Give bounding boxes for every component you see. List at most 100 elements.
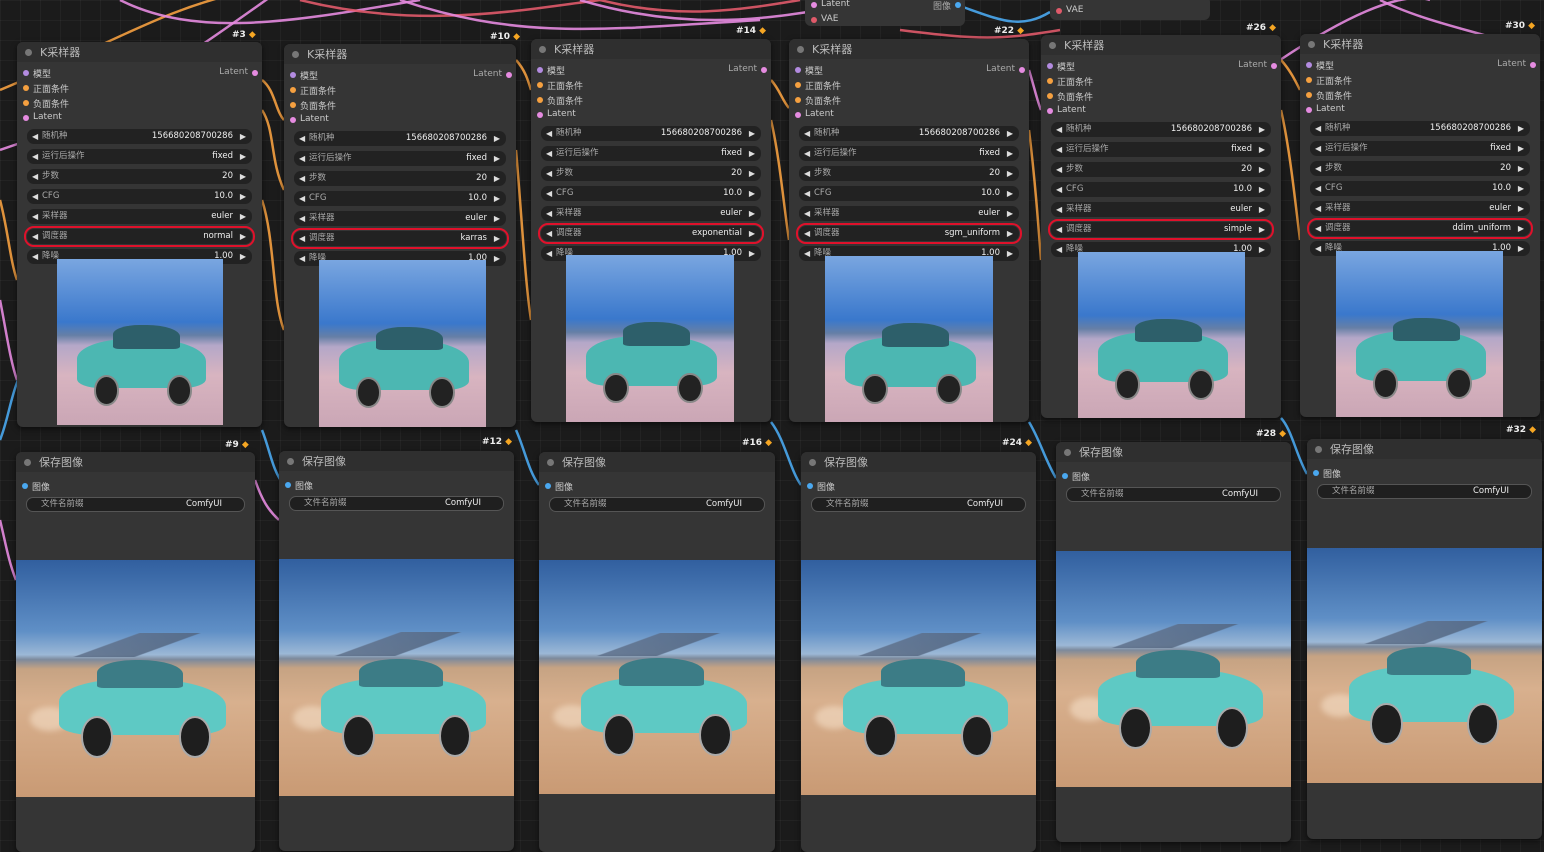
input-slot[interactable]: [23, 115, 29, 121]
input-slot[interactable]: [23, 85, 29, 91]
triangle-left-icon[interactable]: ◀: [1315, 142, 1321, 155]
input-slot[interactable]: [23, 70, 29, 76]
triangle-right-icon[interactable]: ▶: [749, 167, 755, 180]
save-image-node[interactable]: 保存图像 图像 文件名前缀 ComfyUI: [1307, 439, 1542, 839]
filename-prefix-field[interactable]: 文件名前缀 ComfyUI: [549, 497, 765, 512]
triangle-left-icon[interactable]: ◀: [32, 190, 38, 203]
node-header[interactable]: K采样器: [1300, 34, 1540, 54]
triangle-left-icon[interactable]: ◀: [1056, 183, 1062, 196]
collapse-dot-icon[interactable]: [547, 458, 554, 466]
filename-prefix-field[interactable]: 文件名前缀 ComfyUI: [289, 496, 504, 511]
collapse-dot-icon[interactable]: [292, 50, 299, 58]
collapse-dot-icon[interactable]: [809, 458, 816, 466]
widget-field[interactable]: ◀ CFG 10.0 ▶: [1051, 182, 1271, 197]
widget-field[interactable]: ◀ 步数 20 ▶: [1310, 161, 1530, 176]
triangle-right-icon[interactable]: ▶: [1259, 203, 1265, 216]
triangle-right-icon[interactable]: ▶: [1007, 227, 1013, 240]
triangle-left-icon[interactable]: ◀: [1315, 242, 1321, 255]
widget-field[interactable]: ◀ 运行后操作 fixed ▶: [294, 151, 506, 166]
triangle-left-icon[interactable]: ◀: [32, 250, 38, 263]
triangle-right-icon[interactable]: ▶: [1007, 187, 1013, 200]
triangle-left-icon[interactable]: ◀: [1315, 202, 1321, 215]
input-slot[interactable]: [795, 82, 801, 88]
triangle-left-icon[interactable]: ◀: [546, 167, 552, 180]
triangle-right-icon[interactable]: ▶: [749, 247, 755, 260]
widget-field[interactable]: ◀ 随机种 156680208700286 ▶: [294, 131, 506, 146]
triangle-right-icon[interactable]: ▶: [494, 192, 500, 205]
collapse-dot-icon[interactable]: [1315, 445, 1322, 453]
ksampler-node[interactable]: K采样器 模型 Latent 正面条件 负面条件 Latent ◀ 随机种 1566802087…: [1041, 35, 1281, 418]
widget-field[interactable]: ◀ CFG 10.0 ▶: [294, 191, 506, 206]
input-slot[interactable]: [290, 102, 296, 108]
triangle-left-icon[interactable]: ◀: [1315, 122, 1321, 135]
latent-input-slot[interactable]: [811, 2, 817, 8]
filename-prefix-field[interactable]: 文件名前缀 ComfyUI: [1066, 487, 1281, 502]
collapse-dot-icon[interactable]: [1049, 41, 1056, 49]
triangle-right-icon[interactable]: ▶: [1518, 162, 1524, 175]
input-slot[interactable]: [795, 112, 801, 118]
widget-scheduler[interactable]: ◀ 调度器 exponential ▶: [538, 223, 764, 244]
widget-field[interactable]: ◀ 运行后操作 fixed ▶: [1051, 142, 1271, 157]
widget-scheduler[interactable]: ◀ 调度器 sgm_uniform ▶: [796, 223, 1022, 244]
triangle-right-icon[interactable]: ▶: [1259, 163, 1265, 176]
ksampler-node[interactable]: K采样器 模型 Latent 正面条件 负面条件 Latent ◀ 随机种 1566802087…: [531, 39, 771, 422]
top-vae-node-right[interactable]: VAE: [1050, 0, 1210, 20]
output-slot[interactable]: [1019, 67, 1025, 73]
input-slot[interactable]: [1306, 62, 1312, 68]
widget-field[interactable]: ◀ 步数 20 ▶: [294, 171, 506, 186]
image-input-slot[interactable]: [22, 483, 28, 489]
triangle-left-icon[interactable]: ◀: [804, 207, 810, 220]
triangle-right-icon[interactable]: ▶: [1259, 243, 1265, 256]
triangle-left-icon[interactable]: ◀: [1056, 243, 1062, 256]
node-header[interactable]: 保存图像: [279, 451, 514, 471]
triangle-left-icon[interactable]: ◀: [299, 152, 305, 165]
triangle-right-icon[interactable]: ▶: [1518, 222, 1524, 235]
triangle-right-icon[interactable]: ▶: [494, 252, 500, 265]
widget-field[interactable]: ◀ 步数 20 ▶: [27, 169, 252, 184]
widget-field[interactable]: ◀ 采样器 euler ▶: [1310, 201, 1530, 216]
triangle-left-icon[interactable]: ◀: [804, 127, 810, 140]
triangle-left-icon[interactable]: ◀: [1056, 143, 1062, 156]
widget-field[interactable]: ◀ 采样器 euler ▶: [294, 211, 506, 226]
output-slot[interactable]: [761, 67, 767, 73]
triangle-right-icon[interactable]: ▶: [1518, 242, 1524, 255]
triangle-left-icon[interactable]: ◀: [32, 230, 38, 243]
triangle-left-icon[interactable]: ◀: [299, 192, 305, 205]
node-header[interactable]: 保存图像: [1307, 439, 1542, 459]
filename-prefix-field[interactable]: 文件名前缀 ComfyUI: [811, 497, 1026, 512]
triangle-left-icon[interactable]: ◀: [1315, 162, 1321, 175]
input-slot[interactable]: [290, 117, 296, 123]
triangle-right-icon[interactable]: ▶: [1518, 202, 1524, 215]
widget-field[interactable]: ◀ 运行后操作 fixed ▶: [1310, 141, 1530, 156]
triangle-right-icon[interactable]: ▶: [1259, 143, 1265, 156]
node-header[interactable]: 保存图像: [1056, 442, 1291, 462]
triangle-right-icon[interactable]: ▶: [1518, 182, 1524, 195]
widget-field[interactable]: ◀ CFG 10.0 ▶: [27, 189, 252, 204]
triangle-right-icon[interactable]: ▶: [1518, 122, 1524, 135]
output-slot[interactable]: [1271, 63, 1277, 69]
triangle-left-icon[interactable]: ◀: [546, 127, 552, 140]
triangle-left-icon[interactable]: ◀: [32, 170, 38, 183]
triangle-right-icon[interactable]: ▶: [240, 250, 246, 263]
collapse-dot-icon[interactable]: [25, 48, 32, 56]
image-input-slot[interactable]: [285, 482, 291, 488]
triangle-right-icon[interactable]: ▶: [494, 232, 500, 245]
node-header[interactable]: 保存图像: [539, 452, 775, 472]
triangle-left-icon[interactable]: ◀: [299, 212, 305, 225]
widget-field[interactable]: ◀ 随机种 156680208700286 ▶: [1310, 121, 1530, 136]
save-image-node[interactable]: 保存图像 图像 文件名前缀 ComfyUI: [16, 452, 255, 852]
node-header[interactable]: 保存图像: [801, 452, 1036, 472]
triangle-left-icon[interactable]: ◀: [299, 232, 305, 245]
ksampler-node[interactable]: K采样器 模型 Latent 正面条件 负面条件 Latent ◀ 随机种 1566802087…: [17, 42, 262, 427]
widget-field[interactable]: ◀ CFG 10.0 ▶: [799, 186, 1019, 201]
widget-field[interactable]: ◀ 采样器 euler ▶: [1051, 202, 1271, 217]
triangle-right-icon[interactable]: ▶: [494, 152, 500, 165]
triangle-right-icon[interactable]: ▶: [1259, 123, 1265, 136]
triangle-left-icon[interactable]: ◀: [804, 187, 810, 200]
triangle-left-icon[interactable]: ◀: [804, 167, 810, 180]
widget-scheduler[interactable]: ◀ 调度器 karras ▶: [291, 228, 509, 249]
widget-field[interactable]: ◀ 随机种 156680208700286 ▶: [1051, 122, 1271, 137]
input-slot[interactable]: [1047, 108, 1053, 114]
triangle-right-icon[interactable]: ▶: [1007, 247, 1013, 260]
widget-scheduler[interactable]: ◀ 调度器 simple ▶: [1048, 219, 1274, 240]
